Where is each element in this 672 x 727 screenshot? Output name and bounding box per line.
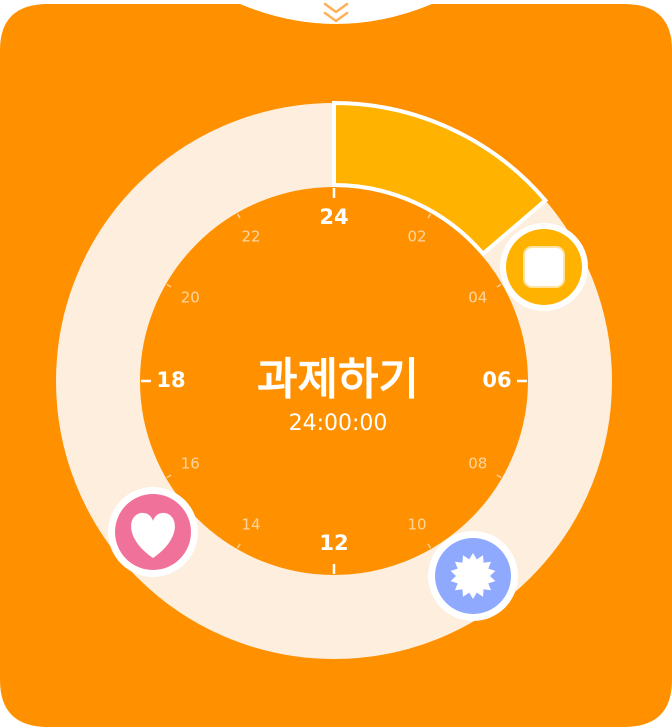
hour-label-06: 06 [482,368,511,392]
task-title: 과제하기 [257,354,419,405]
hour-label-24: 24 [319,205,348,229]
stop-square-icon [523,246,565,288]
hour-label-02: 02 [407,228,426,246]
hour-label-08: 08 [468,455,487,473]
hour-label-16: 16 [181,455,200,473]
hour-label-22: 22 [241,228,260,246]
hour-label-20: 20 [181,289,200,307]
hour-label-04: 04 [468,289,487,307]
hour-label-10: 10 [407,515,426,533]
badge-button[interactable] [428,531,518,621]
heart-button[interactable] [108,487,198,577]
hour-label-18: 18 [156,368,185,392]
countdown-timer: 24:00:00 [289,411,388,436]
timer-dial-canvas: 24 06 12 18 02 04 08 10 14 16 20 22 과제하기 24:00:00 [0,2,672,727]
chevron-double-down-icon[interactable] [323,2,349,23]
stop-button[interactable] [500,223,588,311]
hour-label-14: 14 [241,515,260,533]
timer-screen: 24 06 12 18 02 04 08 10 14 16 20 22 과제하기 24:00:00 [0,0,672,727]
hour-label-12: 12 [319,531,348,555]
